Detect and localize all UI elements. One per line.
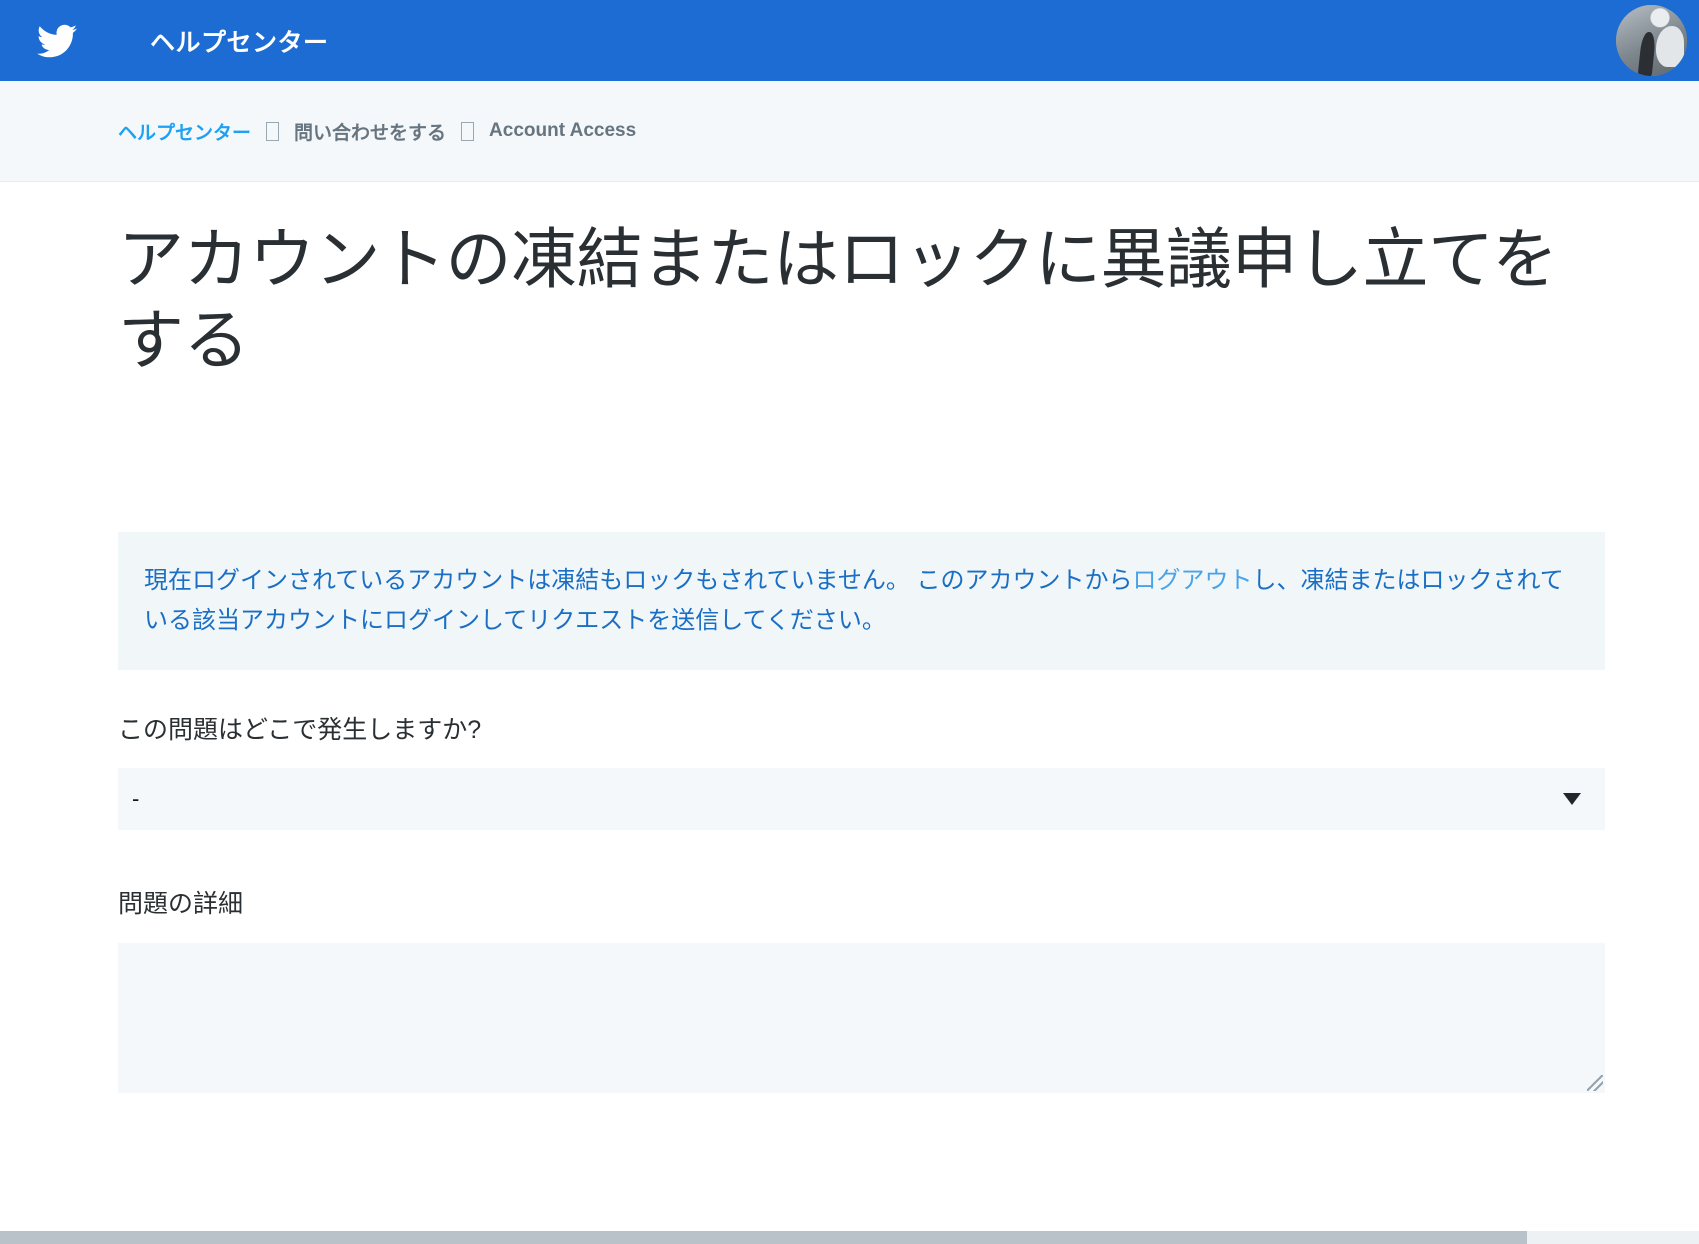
breadcrumb: ヘルプセンター 問い合わせをする Account Access xyxy=(118,118,636,145)
problem-location-select-wrapper: - xyxy=(118,767,1605,830)
help-center-title: ヘルプセンター xyxy=(150,28,329,57)
breadcrumb-bar: ヘルプセンター 問い合わせをする Account Access xyxy=(0,81,1699,182)
avatar-photo xyxy=(1616,5,1687,76)
breadcrumb-item-account-access: Account Access xyxy=(489,120,637,141)
problem-location-select[interactable]: - xyxy=(118,767,1605,830)
breadcrumb-separator-icon xyxy=(266,121,280,141)
twitter-bird-icon[interactable] xyxy=(34,21,80,61)
top-header-bar: ヘルプセンター xyxy=(0,0,1699,81)
resize-handle-icon[interactable] xyxy=(1587,1075,1603,1092)
horizontal-scrollbar[interactable] xyxy=(0,1231,1699,1244)
breadcrumb-item-help-center[interactable]: ヘルプセンター xyxy=(118,118,251,145)
account-status-notice: 現在ログインされているアカウントは凍結もロックもされていません。 このアカウント… xyxy=(118,532,1605,671)
field-problem-location: この問題はどこで発生しますか? - xyxy=(118,714,1699,830)
notice-text-before: 現在ログインされているアカウントは凍結もロックもされていません。 このアカウント… xyxy=(144,567,1133,595)
field-label-problem-location: この問題はどこで発生しますか? xyxy=(118,716,482,745)
horizontal-scrollbar-thumb[interactable] xyxy=(0,1231,1527,1244)
page-title: アカウントの凍結またはロックに異議申し立てをする xyxy=(118,222,1558,377)
avatar[interactable] xyxy=(1616,5,1687,76)
problem-details-textarea[interactable] xyxy=(118,943,1605,1094)
logout-link[interactable]: ログアウト xyxy=(1133,567,1253,594)
main-content: アカウントの凍結またはロックに異議申し立てをする 現在ログインされているアカウン… xyxy=(0,182,1699,1094)
field-problem-details: 問題の詳細 xyxy=(118,888,1699,1094)
breadcrumb-separator-icon xyxy=(461,121,475,141)
breadcrumb-item-contact-us[interactable]: 問い合わせをする xyxy=(294,118,446,145)
field-label-problem-details: 問題の詳細 xyxy=(118,889,244,918)
